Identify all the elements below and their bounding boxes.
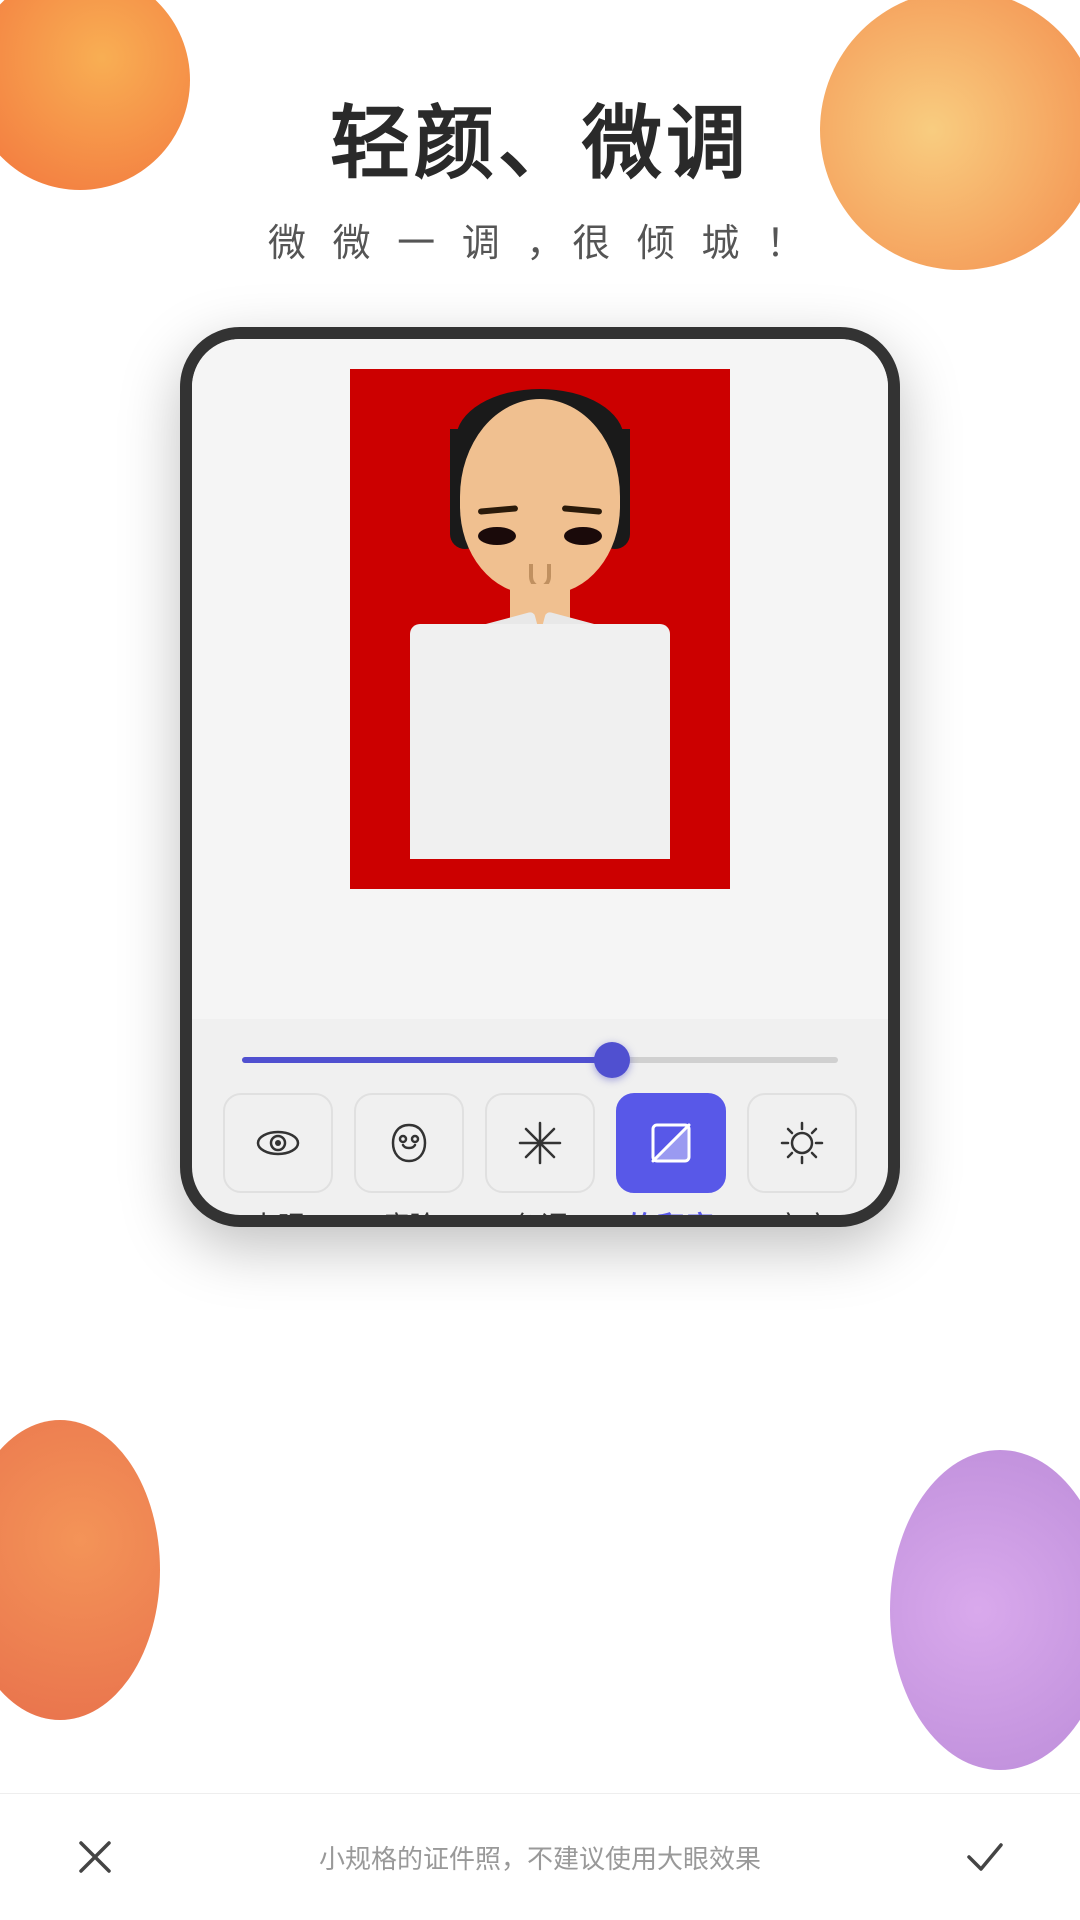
tool-brightness[interactable]: 亮度	[747, 1093, 857, 1227]
slider-thumb[interactable]	[594, 1042, 630, 1078]
page-title: 轻颜、微调	[0, 100, 1080, 188]
tool-label-slim-face: 瘦脸	[381, 1205, 437, 1227]
slider-track[interactable]	[242, 1057, 838, 1063]
bottom-bar: 小规格的证件照，不建议使用大眼效果	[0, 1793, 1080, 1920]
tool-label-saturation: 饱和度	[629, 1205, 713, 1227]
slider-area[interactable]	[192, 1019, 888, 1063]
page-subtitle: 微 微 一 调 ，很 倾 城 ！	[0, 212, 1080, 267]
eye-icon	[252, 1117, 304, 1169]
tool-icon-color-tone	[485, 1093, 595, 1193]
face	[460, 399, 620, 594]
tool-color-tone[interactable]: 色调	[485, 1093, 595, 1227]
tool-label-color-tone: 色调	[512, 1205, 568, 1227]
confirm-button[interactable]	[950, 1822, 1020, 1892]
phone-mockup: 大眼 瘦脸	[180, 327, 900, 1227]
eye-left	[478, 527, 516, 545]
tools-row: 大眼 瘦脸	[192, 1063, 888, 1227]
tool-icon-big-eye	[223, 1093, 333, 1193]
decoration-blob-bottom-right	[890, 1450, 1080, 1770]
tool-slim-face[interactable]: 瘦脸	[354, 1093, 464, 1227]
cancel-button[interactable]	[60, 1822, 130, 1892]
bottom-hint: 小规格的证件照，不建议使用大眼效果	[130, 1839, 950, 1876]
color-tone-icon	[514, 1117, 566, 1169]
tool-icon-slim-face	[354, 1093, 464, 1193]
tool-label-brightness: 亮度	[774, 1205, 830, 1227]
saturation-icon	[645, 1117, 697, 1169]
face-icon	[383, 1117, 435, 1169]
tool-big-eye[interactable]: 大眼	[223, 1093, 333, 1227]
eye-right	[564, 527, 602, 545]
phone-mockup-container: 大眼 瘦脸	[0, 327, 1080, 1227]
close-icon	[73, 1835, 117, 1879]
header: 轻颜、微调 微 微 一 调 ，很 倾 城 ！	[0, 0, 1080, 267]
check-icon	[963, 1835, 1007, 1879]
brightness-icon	[776, 1117, 828, 1169]
tool-saturation[interactable]: 饱和度	[616, 1093, 726, 1227]
slider-fill	[242, 1057, 612, 1063]
tool-label-big-eye: 大眼	[250, 1205, 306, 1227]
tool-icon-brightness	[747, 1093, 857, 1193]
shirt	[410, 624, 670, 859]
tool-icon-saturation	[616, 1093, 726, 1193]
passport-photo	[350, 369, 730, 889]
eyebrow-right	[562, 505, 602, 514]
decoration-blob-bottom-left	[0, 1420, 160, 1720]
eyebrow-left	[478, 505, 518, 514]
photo-area	[192, 339, 888, 1019]
